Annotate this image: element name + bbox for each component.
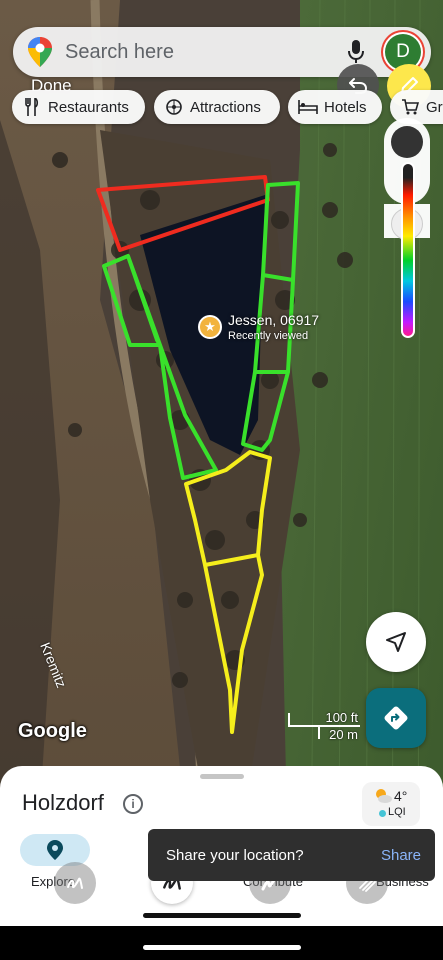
aqi-dot: [379, 810, 386, 817]
scale-feet: 100 ft: [325, 710, 358, 725]
stroke-size-large[interactable]: [391, 126, 423, 158]
color-palette[interactable]: [384, 118, 430, 340]
place-subtitle: Recently viewed: [228, 330, 309, 342]
weather-badge[interactable]: 4° LQI: [362, 782, 420, 826]
system-bar: [0, 926, 443, 960]
info-icon[interactable]: i: [123, 794, 143, 814]
cart-icon: [400, 97, 420, 117]
map-scale: 100 ft 20 m: [288, 707, 360, 743]
chip-attractions[interactable]: Attractions: [154, 90, 280, 124]
attractions-icon: [164, 97, 184, 117]
chip-label: Attractions: [190, 98, 261, 116]
fork-knife-icon: [22, 97, 42, 117]
directions-button[interactable]: [366, 688, 426, 748]
bed-icon: [298, 97, 318, 117]
share-location-toast: Share your location? Share: [148, 829, 435, 881]
weather-aqi: LQI: [388, 806, 406, 818]
region-title: Holzdorf: [22, 790, 104, 815]
navigation-arrow-icon: [386, 632, 406, 652]
drawing-bar: [143, 913, 301, 918]
scale-meters: 20 m: [329, 727, 358, 742]
chip-hotels[interactable]: Hotels: [288, 90, 382, 124]
place-title[interactable]: Jessen, 06917: [228, 312, 319, 328]
chip-restaurants[interactable]: Restaurants: [12, 90, 145, 124]
microphone-icon[interactable]: [341, 37, 371, 67]
pen-tool-1[interactable]: [54, 862, 96, 904]
scribble-icon: [67, 877, 83, 889]
search-input[interactable]: Search here: [65, 41, 341, 64]
google-maps-pin-icon: [28, 37, 52, 67]
share-button[interactable]: Share: [381, 847, 421, 864]
chip-label: Hotels: [324, 98, 367, 116]
google-logo: Google: [18, 720, 87, 742]
chip-label: Gr: [426, 98, 443, 116]
location-pin-icon: [47, 840, 63, 860]
directions-icon: [384, 706, 408, 730]
my-location-button[interactable]: [366, 612, 426, 672]
chip-label: Restaurants: [48, 98, 129, 116]
place-star-marker[interactable]: ★: [198, 315, 222, 339]
color-spectrum-slider[interactable]: [401, 162, 415, 338]
partly-cloudy-icon: [376, 789, 392, 803]
weather-temp: 4°: [394, 788, 408, 804]
home-indicator[interactable]: [143, 945, 301, 950]
sheet-drag-handle[interactable]: [200, 774, 244, 779]
toast-message: Share your location?: [166, 846, 304, 864]
